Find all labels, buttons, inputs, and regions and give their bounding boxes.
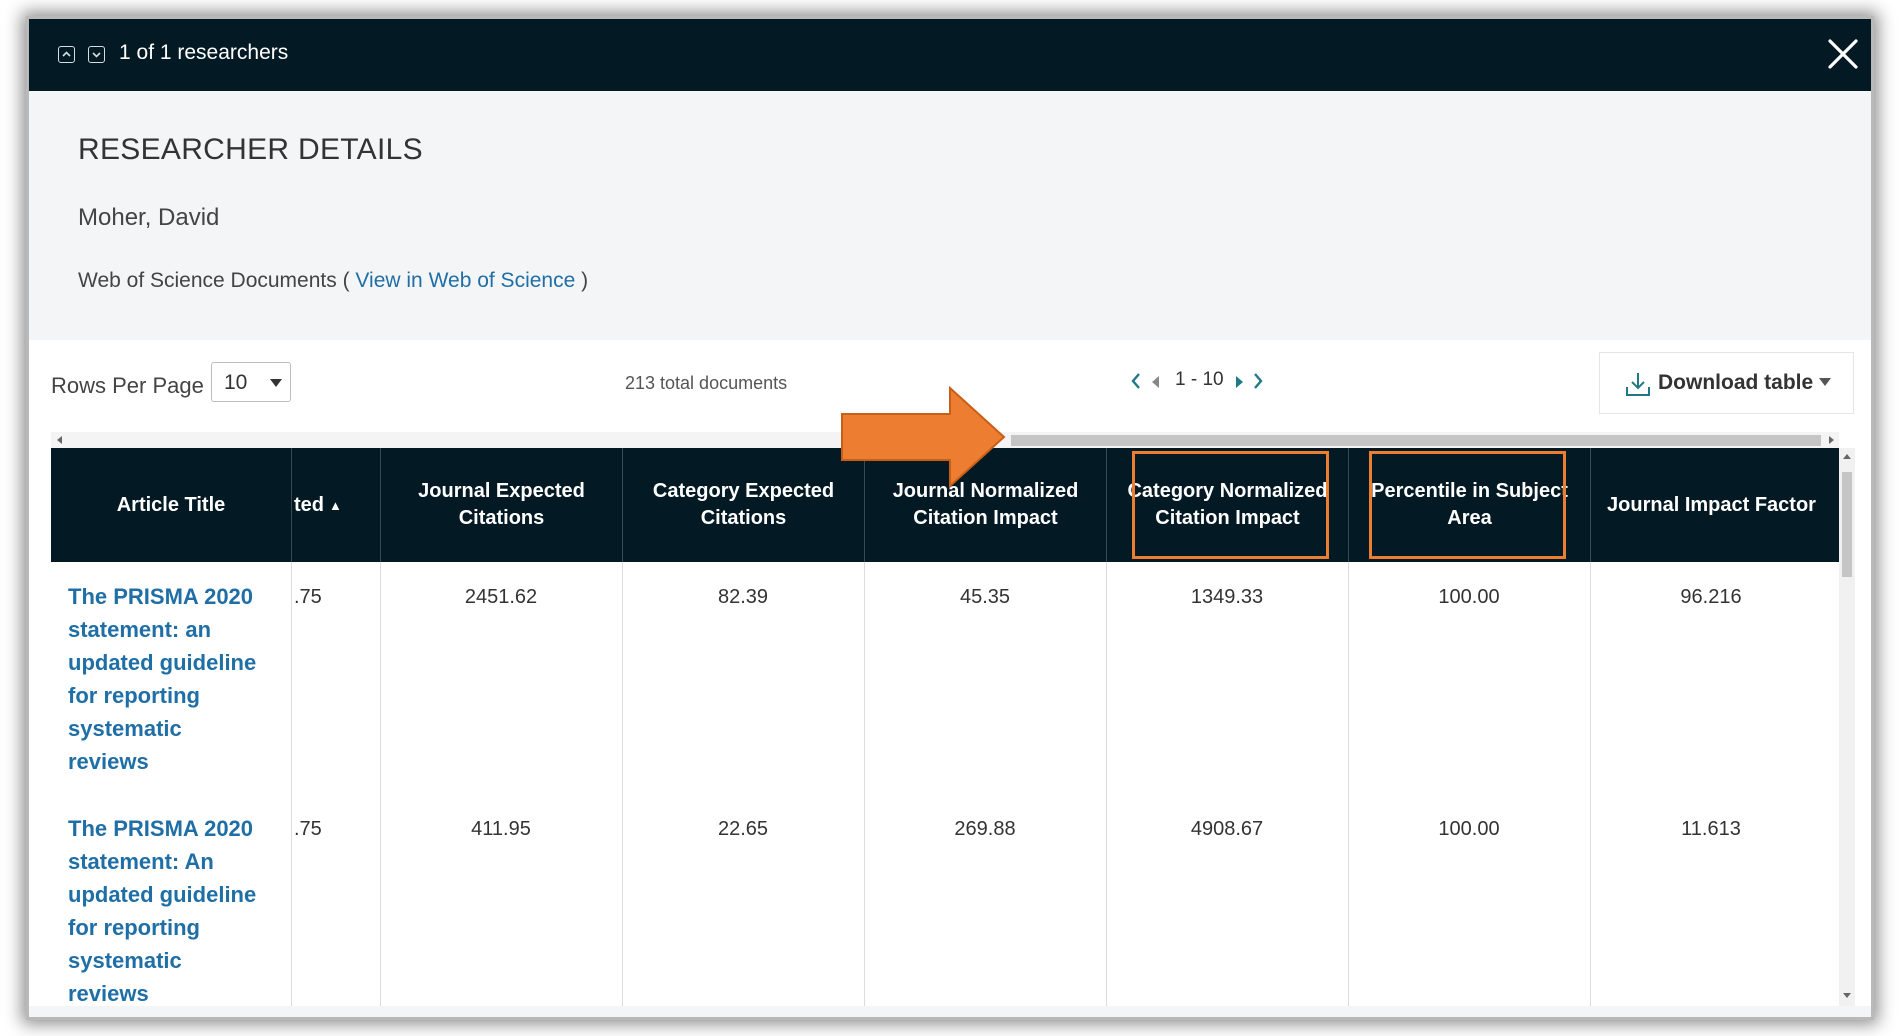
column-label: Percentile in Subject Area [1371, 480, 1568, 529]
column-header-article-title[interactable]: Article Title [51, 448, 291, 562]
caret-down-icon [1819, 378, 1831, 386]
download-icon [1625, 371, 1651, 402]
vertical-scroll-thumb[interactable] [1842, 472, 1852, 577]
download-label: Download table [1658, 371, 1814, 394]
column-label: Journal Expected Citations [418, 480, 585, 529]
first-page-icon[interactable] [1152, 375, 1160, 393]
modal-titlebar: 1 of 1 researchers [29, 19, 1871, 91]
column-divider [380, 562, 381, 1006]
rows-per-page-select[interactable]: 10 [211, 362, 291, 402]
journal-normalized-cell: 269.88 [954, 818, 1016, 840]
percentile-cell: 100.00 [1438, 818, 1500, 840]
arrow-annotation-icon [841, 386, 1006, 488]
rows-per-page-value: 10 [224, 371, 248, 394]
category-expected-cell: 82.39 [717, 586, 769, 608]
column-header-percentile-in-subject-area[interactable]: Percentile in Subject Area [1348, 448, 1590, 562]
documents-prefix: Web of Science Documents ( [78, 269, 350, 292]
column-label: Journal Impact Factor [1607, 493, 1816, 516]
documents-suffix: ) [581, 269, 589, 292]
journal-expected-cell: 411.95 [471, 818, 531, 840]
section-title: RESEARCHER DETAILS [78, 133, 423, 166]
column-header-times-cited[interactable]: ted ▲︎ [291, 448, 380, 562]
column-divider [1590, 562, 1591, 1006]
category-normalized-cell: 4908.67 [1190, 818, 1264, 840]
pagination: 1 - 10 [1130, 367, 1290, 397]
column-label: ted [294, 493, 324, 516]
download-table-button[interactable]: Download table [1599, 352, 1854, 414]
rows-per-page-label: Rows Per Page [51, 373, 204, 398]
journal-normalized-cell: 45.35 [959, 586, 1011, 608]
category-normalized-cell: 1349.33 [1190, 586, 1264, 608]
chevron-up-square-icon[interactable] [58, 46, 75, 63]
documents-line: Web of Science Documents ( View in Web o… [78, 269, 588, 293]
scroll-right-icon[interactable] [1829, 436, 1834, 444]
column-header-category-expected-citations[interactable]: Category Expected Citations [622, 448, 864, 562]
column-header-journal-expected-citations[interactable]: Journal Expected Citations [380, 448, 622, 562]
column-label: Article Title [116, 493, 226, 516]
modal-footer-band [29, 1006, 1871, 1017]
horizontal-scroll-thumb[interactable] [1011, 435, 1821, 446]
researcher-details-modal: 1 of 1 researchers RESEARCHER DETAILS Mo… [29, 19, 1871, 1017]
column-divider [1106, 562, 1107, 1006]
sort-icon[interactable]: ▲︎ [329, 492, 342, 519]
close-icon[interactable] [1826, 37, 1860, 71]
scroll-down-icon[interactable] [1843, 993, 1851, 998]
column-divider [291, 562, 292, 1006]
researcher-name: Moher, David [78, 204, 220, 231]
table-body: The PRISMA 2020 statement: an updated gu… [51, 562, 1839, 1006]
column-label: Category Normalized Citation Impact [1127, 480, 1328, 529]
column-label: Category Expected Citations [652, 480, 835, 529]
times-cited-cell: .75 [294, 818, 322, 840]
view-in-wos-link[interactable]: View in Web of Science [355, 269, 575, 292]
caret-down-icon [270, 379, 282, 387]
page-range: 1 - 10 [1175, 369, 1224, 390]
article-title-link[interactable]: The PRISMA 2020 statement: an updated gu… [68, 580, 268, 778]
vertical-scrollbar[interactable] [1839, 448, 1855, 1006]
category-expected-cell: 22.65 [717, 818, 769, 840]
column-divider [622, 562, 623, 1006]
column-divider [864, 562, 865, 1006]
impact-factor-cell: 11.613 [1681, 818, 1741, 840]
researcher-count: 1 of 1 researchers [119, 41, 289, 64]
last-page-icon[interactable] [1235, 375, 1243, 393]
scroll-left-icon[interactable] [57, 436, 62, 444]
documents-table: Article Title ted ▲︎ Journal Expected Cit… [51, 448, 1839, 1006]
column-divider [1348, 562, 1349, 1006]
scroll-up-icon[interactable] [1843, 454, 1851, 459]
total-documents: 213 total documents [625, 373, 788, 393]
details-panel: RESEARCHER DETAILS Moher, David Web of S… [29, 91, 1871, 340]
percentile-cell: 100.00 [1438, 586, 1500, 608]
impact-factor-cell: 96.216 [1680, 586, 1742, 608]
column-header-journal-impact-factor[interactable]: Journal Impact Factor [1590, 448, 1832, 562]
times-cited-cell: .75 [294, 586, 322, 608]
next-page-icon[interactable] [1252, 371, 1264, 396]
article-title-link[interactable]: The PRISMA 2020 statement: An updated gu… [68, 812, 268, 1006]
column-header-category-normalized-citation-impact[interactable]: Category Normalized Citation Impact [1106, 448, 1348, 562]
journal-expected-cell: 2451.62 [464, 586, 538, 608]
prev-page-icon[interactable] [1130, 371, 1142, 396]
chevron-down-square-icon[interactable] [88, 46, 105, 63]
